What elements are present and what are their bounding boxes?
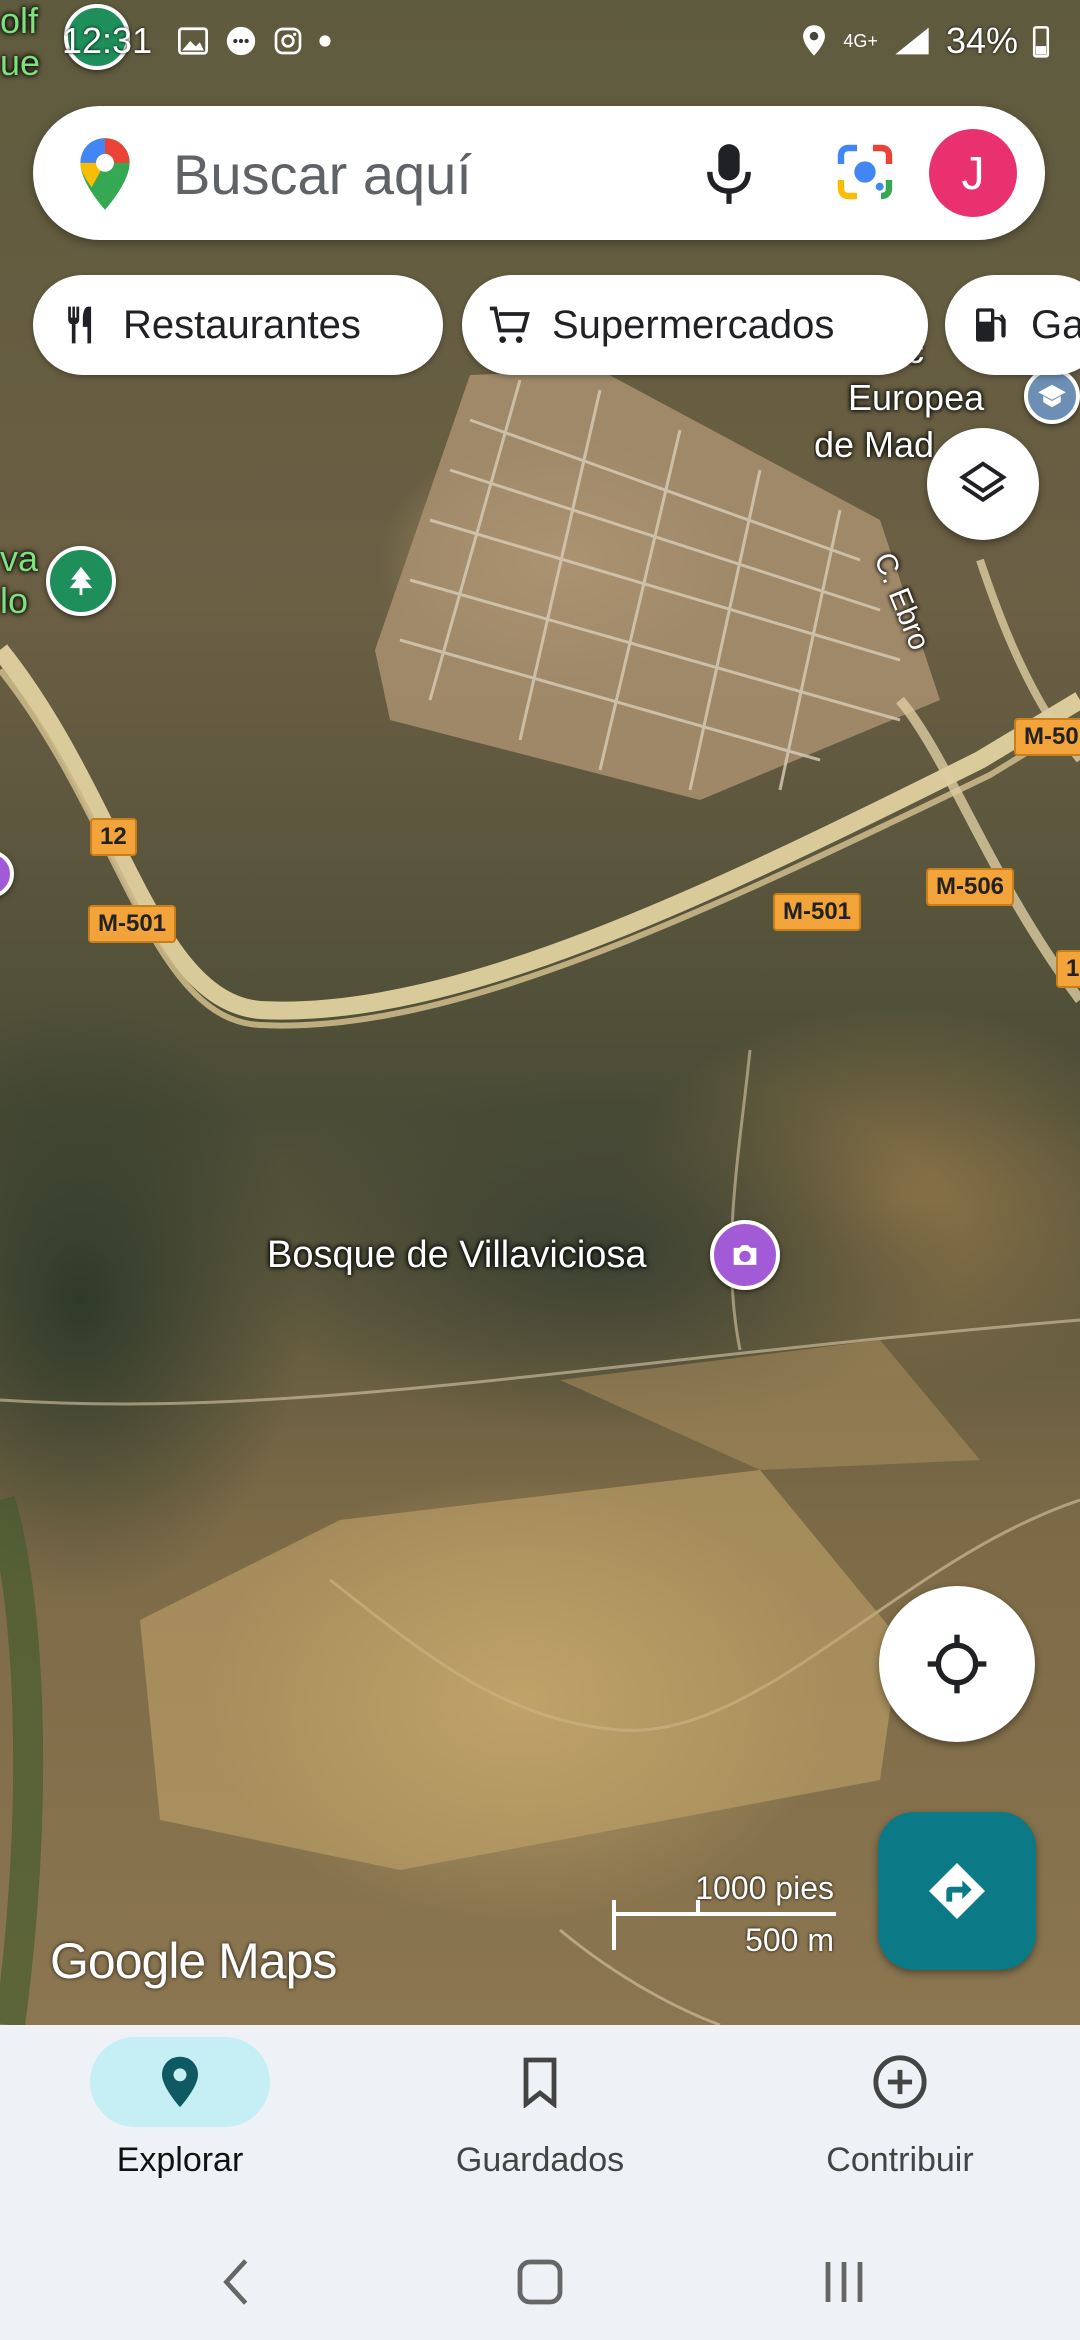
road-label-m501-east: M-501 <box>773 893 862 931</box>
crosshair-icon <box>927 1634 987 1694</box>
place-label-university-line2[interactable]: de Mad <box>814 424 934 466</box>
chip-supermercados[interactable]: Supermercados <box>462 275 928 375</box>
nav-label: Contribuir <box>826 2141 974 2179</box>
chip-gasolineras[interactable]: Ga <box>945 275 1080 375</box>
camera-icon <box>733 1245 757 1265</box>
network-type: 4G+ <box>843 31 878 51</box>
cart-icon <box>489 306 530 343</box>
road-label-m50: M-50 <box>1014 718 1080 756</box>
place-label-bosque[interactable]: Bosque de Villaviciosa <box>267 1234 647 1277</box>
status-time: 12:31 <box>62 20 153 61</box>
nav-label: Guardados <box>455 2141 625 2179</box>
recents-icon[interactable] <box>820 2255 868 2309</box>
search-input[interactable]: Buscar aquí <box>173 142 472 207</box>
road-label-m506: M-506 <box>926 868 1015 906</box>
battery-icon <box>1032 26 1050 58</box>
search-bar[interactable]: Buscar aquí J <box>33 106 1045 240</box>
place-label-park-edge[interactable]: va lo <box>0 538 38 622</box>
place-label-university-line1[interactable]: Europea <box>848 377 984 419</box>
fork-knife-icon <box>68 306 92 344</box>
location-pin-icon <box>162 2056 198 2108</box>
microphone-icon[interactable] <box>703 142 755 206</box>
nav-contribuir[interactable]: Contribuir <box>750 2037 1050 2180</box>
chip-label: Restaurantes <box>123 302 361 347</box>
road-label-m501-west: M-501 <box>88 905 177 943</box>
nav-guardados[interactable]: Guardados <box>390 2037 690 2180</box>
layers-button[interactable] <box>927 428 1039 540</box>
account-avatar[interactable]: J <box>929 129 1017 217</box>
nav-label: Explorar <box>116 2141 244 2179</box>
directions-button[interactable] <box>878 1812 1036 1970</box>
google-lens-icon[interactable] <box>833 140 897 204</box>
google-maps-logo-icon <box>80 138 130 210</box>
gas-station-icon <box>976 308 1006 342</box>
add-circle-icon <box>873 2055 927 2109</box>
system-navigation-bar <box>0 2225 1080 2340</box>
instagram-icon <box>274 27 302 55</box>
road-label-10: 10 <box>1056 950 1080 988</box>
back-icon[interactable] <box>216 2255 256 2309</box>
nav-explorar[interactable]: Explorar <box>30 2037 330 2180</box>
google-maps-watermark: Google Maps <box>50 1933 337 1989</box>
directions-icon <box>929 1863 985 1919</box>
location-icon <box>803 25 826 56</box>
road-label-12: 12 <box>90 818 137 856</box>
viewpoint-poi-pin[interactable] <box>710 1220 780 1290</box>
bookmark-icon <box>523 2057 557 2108</box>
chip-label: Ga <box>1031 302 1080 347</box>
gallery-icon <box>178 27 208 55</box>
home-icon[interactable] <box>514 2255 566 2309</box>
battery-percent: 34% <box>945 20 1018 61</box>
chip-restaurantes[interactable]: Restaurantes <box>33 275 443 375</box>
tree-icon <box>69 566 93 596</box>
status-bar: 12:31 4G+ 34% <box>0 0 1080 80</box>
signal-icon <box>895 27 929 55</box>
messages-icon <box>226 26 256 56</box>
scale-metric: 500 m <box>745 1922 834 1958</box>
school-icon[interactable] <box>1024 368 1080 424</box>
my-location-button[interactable] <box>879 1586 1035 1742</box>
bottom-navigation: Explorar Guardados Contribuir <box>0 2025 1080 2225</box>
dot-icon <box>319 35 331 47</box>
map-scale: 1000 pies 500 m <box>610 1870 850 1960</box>
park-poi-pin[interactable] <box>46 546 116 616</box>
layers-icon <box>959 461 1007 503</box>
chip-label: Supermercados <box>552 302 835 347</box>
